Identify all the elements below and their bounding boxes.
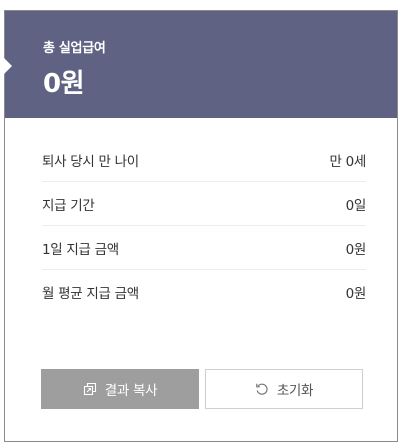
- copy-icon: [83, 382, 97, 396]
- header-notch: [4, 58, 12, 74]
- result-card: 총 실업급여 0원 퇴사 당시 만 나이 만 0세 지급 기간 0일 1일 지급…: [4, 10, 398, 442]
- row-label: 1일 지급 금액: [42, 241, 119, 258]
- refresh-icon: [255, 382, 269, 396]
- result-row-daily-amount: 1일 지급 금액 0원: [42, 226, 366, 270]
- result-row-monthly-amount: 월 평균 지급 금액 0원: [42, 270, 366, 313]
- result-row-age: 퇴사 당시 만 나이 만 0세: [42, 138, 366, 182]
- row-value: 만 0세: [329, 153, 366, 170]
- row-label: 지급 기간: [42, 197, 95, 214]
- reset-label: 초기화: [276, 383, 314, 399]
- reset-button[interactable]: 초기화: [205, 369, 363, 409]
- total-benefit-amount: 0원: [43, 69, 85, 99]
- result-list: 퇴사 당시 만 나이 만 0세 지급 기간 0일 1일 지급 금액 0원 월 평…: [42, 138, 366, 313]
- row-label: 퇴사 당시 만 나이: [42, 153, 139, 170]
- row-label: 월 평균 지급 금액: [42, 285, 139, 302]
- result-header: 총 실업급여 0원: [4, 11, 397, 118]
- total-benefit-title: 총 실업급여: [43, 41, 106, 56]
- row-value: 0일: [345, 197, 367, 214]
- action-buttons: 결과 복사 초기화: [41, 369, 363, 409]
- row-value: 0원: [345, 285, 367, 302]
- row-value: 0원: [345, 241, 367, 258]
- result-row-period: 지급 기간 0일: [42, 182, 366, 226]
- copy-result-button[interactable]: 결과 복사: [41, 369, 199, 409]
- copy-result-label: 결과 복사: [104, 383, 158, 399]
